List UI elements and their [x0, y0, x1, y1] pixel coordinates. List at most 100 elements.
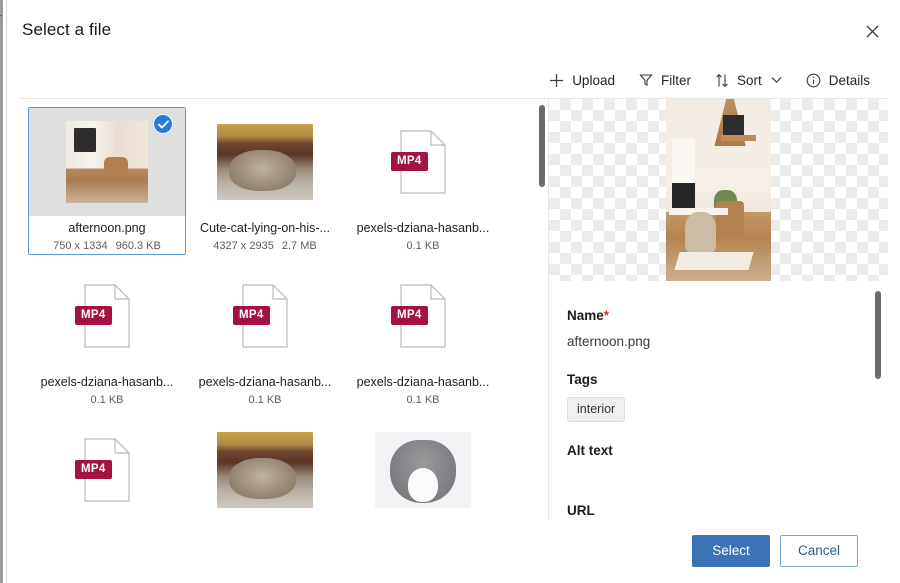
image-thumbnail: [217, 124, 313, 200]
detail-field-label: Tags: [567, 371, 870, 389]
file-meta: 0.1 KB: [248, 393, 281, 407]
file-thumbnail: [29, 108, 185, 216]
file-size: 0.1 KB: [406, 393, 439, 407]
mp4-file-icon: MP4: [397, 130, 449, 194]
file-thumbnail: MP4: [345, 108, 501, 216]
sort-button[interactable]: Sort: [705, 64, 792, 96]
file-thumbnail: MP4: [187, 262, 343, 370]
file-preview: [549, 99, 888, 281]
close-icon: [866, 25, 879, 38]
details-fields: Name* afternoon.png Tags interior Alt text UR…: [549, 281, 888, 519]
file-tile[interactable]: MP4pexels-dziana-hasanb...0.1 KB: [28, 261, 186, 409]
file-thumbnail: [187, 108, 343, 216]
file-name: pexels-dziana-hasanb...: [199, 374, 332, 390]
file-name: pexels-dziana-hasanb...: [357, 374, 490, 390]
cancel-button[interactable]: Cancel: [780, 535, 858, 567]
info-circle-icon: [806, 73, 821, 88]
file-picker-dialog-screen: r j Select a file Up: [0, 0, 900, 583]
detail-field-label: Alt text: [567, 442, 870, 460]
details-button[interactable]: Details: [796, 64, 880, 96]
background-text-fragment-1: r: [0, 12, 2, 24]
detail-field: Alt text: [567, 442, 870, 482]
file-name: pexels-dziana-hasanb...: [357, 220, 490, 236]
selected-check-icon[interactable]: [153, 114, 173, 134]
select-button[interactable]: Select: [692, 535, 770, 567]
file-thumbnail: MP4: [345, 262, 501, 370]
command-bar: Upload Filter Sort: [8, 62, 900, 98]
details-scrollbar[interactable]: [873, 289, 883, 503]
file-tile[interactable]: MP4 pexels-dziana-hasanb... 0.1 KB: [344, 107, 502, 255]
detail-field-value[interactable]: afternoon.png: [567, 333, 870, 351]
detail-field-label-text: Alt text: [567, 443, 613, 458]
upload-label: Upload: [572, 73, 615, 88]
sort-arrows-icon: [715, 73, 729, 88]
mp4-file-icon: MP4: [81, 284, 133, 348]
detail-field-label-text: Name: [567, 308, 604, 323]
mp4-badge: MP4: [75, 306, 112, 325]
details-scrollbar-thumb[interactable]: [875, 291, 881, 379]
file-thumbnail: MP4: [29, 262, 185, 370]
close-button[interactable]: [856, 15, 888, 47]
file-grid: afternoon.png 750 x 1334 960.3 KB Cute-cat-…: [20, 107, 548, 519]
background-page-edge: [0, 0, 3, 583]
upload-button[interactable]: Upload: [539, 64, 625, 96]
file-size: 0.1 KB: [406, 239, 439, 253]
mp4-file-icon: MP4: [239, 284, 291, 348]
file-size: 0.1 KB: [90, 393, 123, 407]
detail-field-empty-value[interactable]: [567, 460, 870, 482]
file-grid-pane: afternoon.png 750 x 1334 960.3 KB Cute-cat-…: [20, 99, 548, 519]
mp4-file-icon: MP4: [81, 438, 133, 502]
file-size: 0.1 KB: [248, 393, 281, 407]
mp4-badge: MP4: [391, 152, 428, 171]
mp4-badge: MP4: [233, 306, 270, 325]
file-tile[interactable]: MP4 pexels-dziana-hasanb... 0.1 KB: [344, 261, 502, 409]
file-tile[interactable]: Cute-cat-lying-on-his-... 4327 x 2935 2.7 …: [186, 107, 344, 255]
plus-icon: [549, 73, 564, 88]
file-meta: 0.1 KB: [90, 393, 123, 407]
background-page-sliver: r j: [0, 0, 7, 583]
file-grid-scrollbar-thumb[interactable]: [539, 105, 545, 187]
file-tile[interactable]: MP4: [28, 415, 186, 519]
details-label: Details: [829, 73, 870, 88]
file-grid-scrollbar[interactable]: [536, 103, 548, 519]
dialog-footer: Select Cancel: [8, 519, 900, 583]
file-tile[interactable]: [186, 415, 344, 519]
file-tile[interactable]: [344, 415, 502, 519]
file-size: 2.7 MB: [282, 239, 317, 253]
file-thumbnail: [345, 416, 501, 519]
file-name: afternoon.png: [68, 220, 145, 236]
preview-artwork: [666, 99, 771, 281]
detail-field-label: URL: [567, 502, 870, 519]
detail-field: URL: [567, 502, 870, 519]
required-asterisk: *: [604, 308, 609, 323]
dialog-title: Select a file: [22, 20, 111, 40]
dialog-header: Select a file: [8, 0, 900, 62]
file-tile[interactable]: MP4 pexels-dziana-hasanb... 0.1 KB: [186, 261, 344, 409]
tag-chip[interactable]: interior: [567, 397, 625, 422]
file-tile[interactable]: afternoon.png 750 x 1334 960.3 KB: [28, 107, 186, 255]
image-thumbnail: [66, 121, 148, 203]
file-dimensions: 750 x 1334: [53, 239, 107, 253]
file-meta: 750 x 1334 960.3 KB: [53, 239, 161, 253]
file-size: 960.3 KB: [116, 239, 161, 253]
funnel-icon: [639, 73, 653, 87]
detail-field-label: Name*: [567, 307, 870, 325]
file-meta: 4327 x 2935 2.7 MB: [213, 239, 316, 253]
file-thumbnail: [187, 416, 343, 519]
image-thumbnail: [217, 432, 313, 508]
mp4-badge: MP4: [75, 460, 112, 479]
file-meta: 0.1 KB: [406, 393, 439, 407]
mp4-file-icon: MP4: [397, 284, 449, 348]
file-name: Cute-cat-lying-on-his-...: [200, 220, 330, 236]
filter-button[interactable]: Filter: [629, 64, 701, 96]
detail-field-label-text: Tags: [567, 372, 598, 387]
detail-field-label-text: URL: [567, 503, 595, 518]
preview-image: [666, 99, 771, 281]
file-dimensions: 4327 x 2935: [213, 239, 274, 253]
sort-label: Sort: [737, 73, 762, 88]
file-thumbnail: MP4: [29, 416, 185, 519]
image-thumbnail: [375, 432, 471, 508]
dialog-body: afternoon.png 750 x 1334 960.3 KB Cute-cat-…: [20, 98, 888, 519]
dialog: Select a file Upload: [8, 0, 900, 583]
details-pane: Name* afternoon.png Tags interior Alt text UR…: [548, 99, 888, 519]
